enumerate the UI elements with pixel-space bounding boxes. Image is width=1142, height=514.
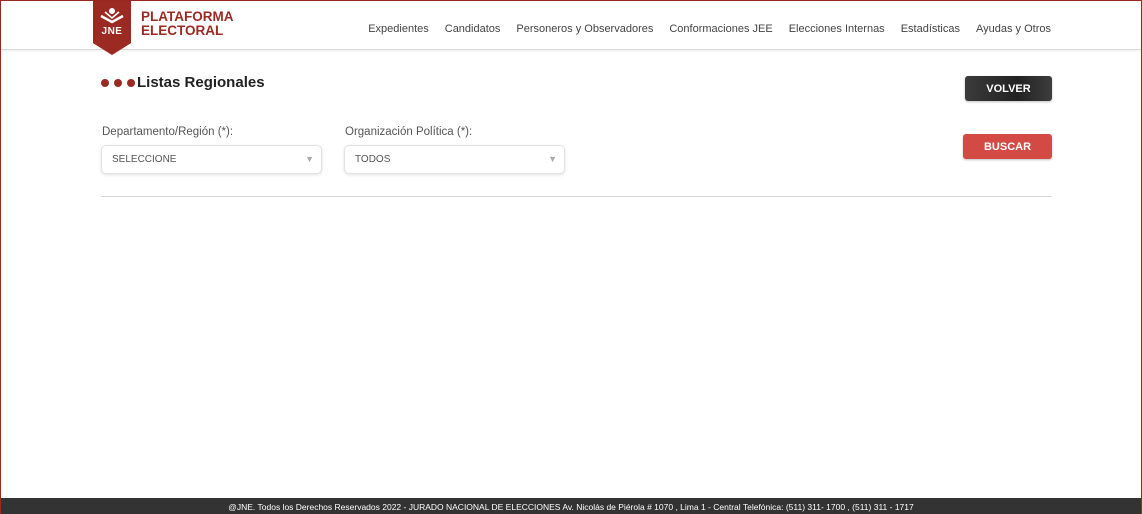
buscar-button[interactable]: BUSCAR bbox=[963, 134, 1052, 159]
main-nav: Expedientes Candidatos Personeros y Obse… bbox=[368, 23, 1051, 35]
badge-text: JNE bbox=[101, 26, 123, 37]
nav-item-conformaciones[interactable]: Conformaciones JEE bbox=[669, 23, 772, 35]
departamento-label: Departamento/Región (*): bbox=[102, 126, 234, 138]
page-heading: Listas Regionales bbox=[101, 74, 265, 91]
nav-item-expedientes[interactable]: Expedientes bbox=[368, 23, 429, 35]
organizacion-label: Organización Política (*): bbox=[345, 126, 473, 138]
nav-item-candidatos[interactable]: Candidatos bbox=[445, 23, 501, 35]
organizacion-value: TODOS bbox=[355, 154, 391, 165]
page-title: Listas Regionales bbox=[137, 74, 265, 91]
brand-line2: ELECTORAL bbox=[141, 23, 224, 38]
brand-logo[interactable]: JNE PLATAFORMA ELECTORAL bbox=[93, 1, 233, 55]
bullet-dot-icon bbox=[127, 78, 135, 87]
brand-line1: PLATAFORMA bbox=[141, 9, 234, 24]
section-divider bbox=[101, 196, 1052, 197]
top-header: JNE PLATAFORMA ELECTORAL Expedientes Can… bbox=[1, 1, 1141, 55]
departamento-select[interactable]: SELECCIONE ▼ bbox=[101, 145, 322, 174]
footer: @JNE. Todos los Derechos Reservados 2022… bbox=[1, 498, 1141, 514]
nav-item-personeros[interactable]: Personeros y Observadores bbox=[516, 23, 653, 35]
organizacion-select[interactable]: TODOS ▼ bbox=[344, 145, 565, 174]
ballot-emblem-icon bbox=[100, 8, 124, 24]
triangle-down-icon: ▼ bbox=[548, 154, 557, 164]
nav-item-ayudas[interactable]: Ayudas y Otros bbox=[976, 23, 1051, 35]
volver-button[interactable]: VOLVER bbox=[965, 76, 1052, 101]
footer-text: @JNE. Todos los Derechos Reservados 2022… bbox=[228, 501, 914, 512]
nav-item-estadisticas[interactable]: Estadísticas bbox=[901, 23, 960, 35]
bullet-dot-icon bbox=[101, 78, 109, 87]
triangle-down-icon: ▼ bbox=[305, 154, 314, 164]
brand-name: PLATAFORMA ELECTORAL bbox=[141, 10, 233, 38]
bullet-dot-icon bbox=[114, 78, 122, 87]
nav-item-elecciones-internas[interactable]: Elecciones Internas bbox=[789, 23, 885, 35]
departamento-value: SELECCIONE bbox=[112, 154, 177, 165]
jne-badge: JNE bbox=[93, 1, 131, 55]
